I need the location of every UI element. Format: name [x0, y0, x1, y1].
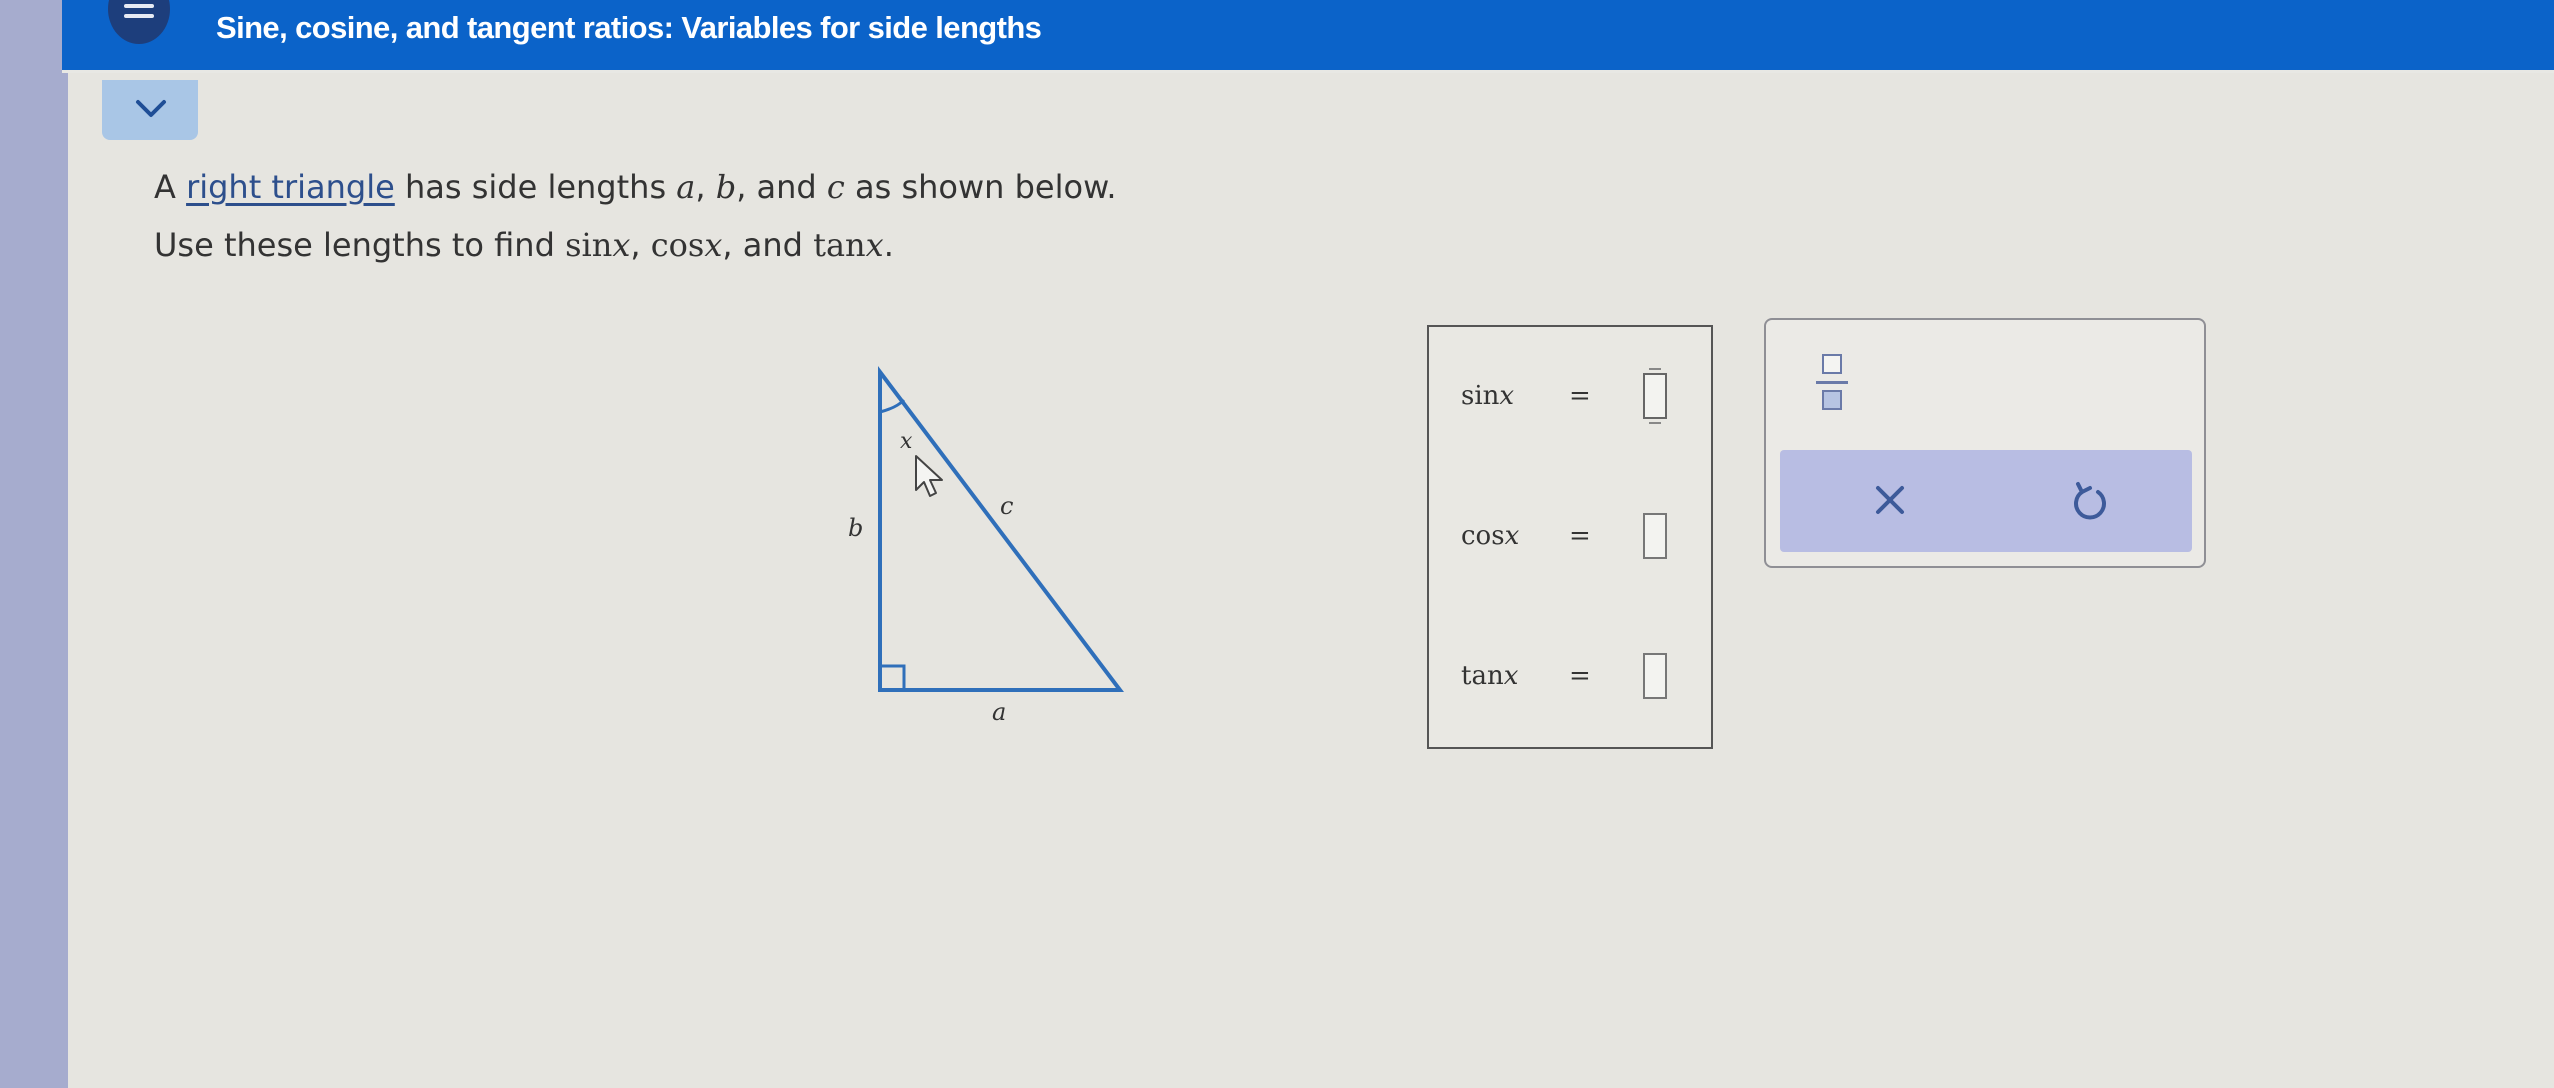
right-triangle-link[interactable]: right triangle	[186, 168, 395, 206]
triangle-outline	[878, 366, 1125, 692]
undo-icon	[2074, 482, 2106, 520]
sin-label: sinx	[1461, 381, 1514, 411]
collapse-button[interactable]	[102, 80, 198, 140]
text-fragment: as shown below.	[844, 168, 1117, 206]
side-label-b: b	[848, 514, 863, 542]
angle-arc	[879, 398, 906, 414]
fraction-button[interactable]	[1812, 352, 1852, 416]
tan-answer-row: tanx =	[1461, 649, 1701, 705]
x-icon	[1876, 486, 1904, 514]
chevron-down-icon	[136, 100, 166, 117]
menu-icon-line	[124, 14, 154, 18]
cos-expression: cosx	[651, 226, 723, 264]
header-bar: Sine, cosine, and tangent ratios: Variab…	[62, 0, 2554, 73]
tan-var: x	[865, 226, 884, 264]
fn-text: cos	[1461, 521, 1505, 551]
fraction-icon	[1822, 354, 1842, 374]
page-title: Sine, cosine, and tangent ratios: Variab…	[216, 10, 1042, 45]
var-c: c	[826, 168, 845, 206]
sin-expression: sinx	[565, 226, 630, 264]
problem-statement: A right triangle has side lengths a, b, …	[154, 158, 1116, 274]
clear-button[interactable]	[1860, 470, 1920, 530]
side-label-a: a	[992, 698, 1006, 726]
side-label-c: c	[1000, 492, 1013, 520]
text-fragment: ,	[695, 168, 716, 206]
equals-sign: =	[1569, 381, 1591, 411]
sin-answer-input[interactable]	[1643, 368, 1667, 424]
var-text: x	[1503, 661, 1519, 691]
tan-expression: tanx	[813, 226, 884, 264]
fn-text: sin	[1461, 381, 1500, 411]
cos-answer-row: cosx =	[1461, 509, 1701, 565]
menu-button[interactable]	[108, 0, 170, 44]
text-fragment: , and	[736, 168, 827, 206]
text-fragment: ,	[630, 226, 651, 264]
problem-line-1: A right triangle has side lengths a, b, …	[154, 158, 1116, 216]
text-fragment: has side lengths	[394, 168, 677, 206]
var-text: x	[1504, 521, 1520, 551]
answer-panel: sinx = cosx = tanx =	[1427, 325, 1713, 749]
tan-label: tanx	[1461, 661, 1518, 691]
right-triangle-figure: x b c a	[848, 366, 1125, 726]
text-fragment: , and	[722, 226, 814, 264]
cos-fn: cos	[650, 226, 705, 264]
equals-sign: =	[1569, 661, 1591, 691]
var-a: a	[676, 168, 696, 206]
equals-sign: =	[1569, 521, 1591, 551]
menu-icon	[124, 4, 154, 8]
math-toolbar	[1764, 318, 2206, 568]
text-fragment: Use these lengths to find	[154, 226, 566, 264]
tan-fn: tan	[813, 226, 866, 264]
window-left-edge	[0, 0, 68, 1088]
text-fragment: .	[883, 226, 894, 264]
tan-answer-input[interactable]	[1643, 653, 1667, 699]
sin-fn: sin	[565, 226, 613, 264]
undo-button[interactable]	[2060, 470, 2120, 530]
fraction-denominator	[1822, 390, 1842, 410]
angle-label-x: x	[900, 429, 913, 454]
problem-line-2: Use these lengths to find sinx, cosx, an…	[154, 216, 1116, 274]
var-text: x	[1499, 381, 1515, 411]
cos-answer-input[interactable]	[1643, 513, 1667, 559]
cos-label: cosx	[1461, 521, 1519, 551]
fraction-bar	[1816, 381, 1848, 384]
fn-text: tan	[1461, 661, 1504, 691]
sin-answer-row: sinx =	[1461, 368, 1701, 425]
text-fragment: A	[154, 168, 187, 206]
cursor-icon	[915, 455, 943, 497]
var-b: b	[715, 168, 737, 206]
cos-var: x	[704, 226, 723, 264]
sin-var: x	[612, 226, 631, 264]
right-angle-marker	[880, 664, 906, 690]
action-bar	[1780, 450, 2192, 552]
